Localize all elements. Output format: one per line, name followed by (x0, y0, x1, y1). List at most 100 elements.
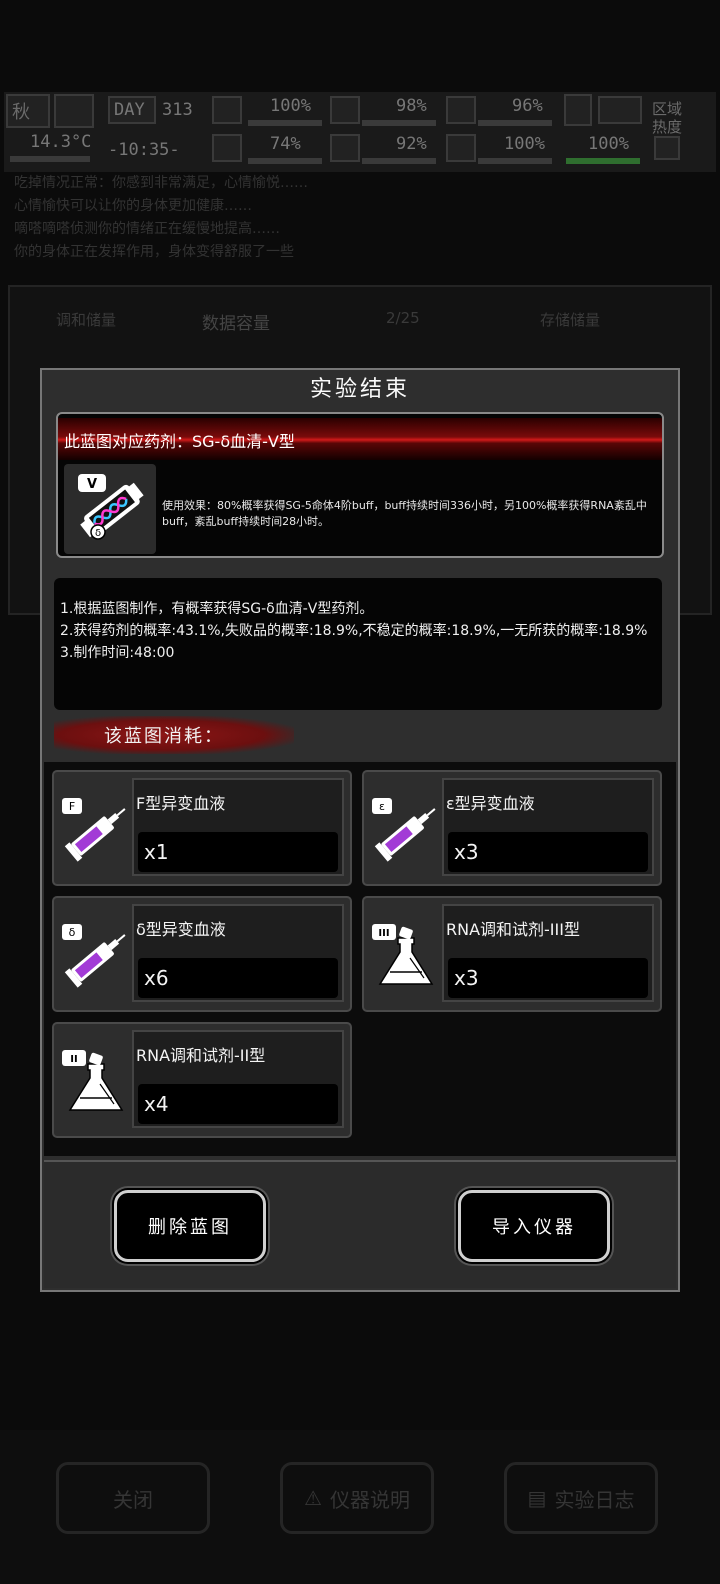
dialog-button-row: 删除蓝图 导入仪器 (44, 1160, 676, 1288)
health-bar (248, 120, 322, 126)
stomach-icon (446, 96, 476, 124)
panel-right-header: 存储储量 (540, 311, 601, 329)
log-line: 心情愉快可以让你的身体更加健康…… (14, 198, 252, 214)
info-line-1: 1.根据蓝图制作，有概率获得SG-δ血清-V型药剂。 (60, 601, 374, 617)
panel-title: 数据容量 (202, 314, 270, 334)
speaker-icon (654, 136, 680, 160)
material-name: δ型异变血液 (136, 920, 226, 939)
muscle-icon (330, 96, 360, 124)
material-name: F型异变血液 (136, 794, 226, 813)
stomach-percent: 96% (512, 96, 543, 116)
area-heat-label: 区域热度 (652, 100, 683, 136)
info-line-3: 3.制作时间:48:00 (60, 645, 175, 661)
close-button[interactable]: 关闭 (56, 1462, 210, 1534)
blueprint-banner: 此蓝图对应药剂：SG-δ血清-V型 (58, 418, 662, 460)
material-qty-box: x4 (138, 1084, 338, 1124)
blueprint-card: 此蓝图对应药剂：SG-δ血清-V型 V δ 使用效果：80%概率获得SG-5命体… (56, 412, 664, 558)
heart-bar (478, 158, 552, 164)
log-line: 嘀嗒嘀嗒侦测你的情绪正在缓慢地提高…… (14, 221, 280, 237)
material-card[interactable]: ε ε型异变血液 x3 (362, 770, 662, 886)
flask-iii-icon: III (370, 918, 440, 992)
material-info: F型异变血液 x1 (132, 778, 344, 876)
stamina-percent: 98% (396, 96, 427, 116)
material-info: RNA调和试剂-III型 x3 (442, 904, 654, 1002)
syringe-delta-icon: δ (60, 918, 130, 992)
consumption-label: 该蓝图消耗： (104, 726, 224, 747)
heart-percent: 100% (504, 134, 545, 154)
material-name: ε型异变血液 (446, 794, 535, 813)
log-line: 你的身体正在发挥作用，身体变得舒服了一些 (14, 244, 294, 260)
message-log: 吃掉情况正常：你感到非常满足，心情愉悦…… 心情愉快可以让你的身体更加健康…… … (14, 172, 714, 272)
material-qty-box: x3 (448, 958, 648, 998)
material-info: RNA调和试剂-II型 x4 (132, 1030, 344, 1128)
boot-icon (564, 94, 592, 126)
material-qty-box: x6 (138, 958, 338, 998)
material-qty: x3 (454, 840, 479, 864)
mood-percent: 74% (270, 134, 301, 154)
material-info: ε型异变血液 x3 (442, 778, 654, 876)
temperature-readout: 14.3°C (30, 132, 92, 152)
import-instrument-button[interactable]: 导入仪器 (458, 1190, 610, 1262)
blueprint-description: 使用效果：80%概率获得SG-5命体4阶buff，buff持续时间336小时，另… (162, 499, 647, 528)
panel-left-header: 调和储量 (56, 311, 117, 329)
info-line-2: 2.获得药剂的概率:43.1%,失败品的概率:18.9%,不稳定的概率:18.9… (60, 623, 648, 639)
material-card[interactable]: III RNA调和试剂-III型 x3 (362, 896, 662, 1012)
material-name: RNA调和试剂-III型 (446, 920, 580, 939)
syringe-badge: F (69, 800, 75, 813)
status-hud: 秋 DAY 313 14.3°C -10:35- 100% 98% 96% 区域… (4, 92, 716, 172)
material-name: RNA调和试剂-II型 (136, 1046, 266, 1065)
svg-text:V: V (87, 477, 97, 492)
material-card[interactable]: II RNA调和试剂-II型 x4 (52, 1022, 352, 1138)
material-card[interactable]: δ δ型异变血液 x6 (52, 896, 352, 1012)
heart-icon (446, 134, 476, 162)
energy-percent: 100% (588, 134, 629, 154)
experiment-log-button[interactable]: ▤ 实验日志 (504, 1462, 658, 1534)
flask-badge: III (378, 928, 389, 939)
temperature-bar (10, 156, 90, 162)
material-qty: x3 (454, 966, 479, 990)
water-bar (362, 158, 436, 164)
craft-info-box: 1.根据蓝图制作，有概率获得SG-δ血清-V型药剂。 2.获得药剂的概率:43.… (54, 578, 662, 710)
syringe-badge: δ (69, 926, 76, 939)
log-line: 吃掉情况正常：你感到非常满足，心情愉悦…… (14, 175, 308, 191)
material-qty-box: x3 (448, 832, 648, 872)
menu-lines-icon (598, 96, 642, 124)
panel-count: 2/25 (386, 309, 420, 327)
material-qty: x4 (144, 1092, 169, 1116)
clock-readout: -10:35- (108, 140, 180, 160)
instrument-info-label: 仪器说明 (329, 1487, 410, 1512)
close-button-label: 关闭 (113, 1487, 153, 1512)
mood-bar (248, 158, 322, 164)
material-card[interactable]: F F型异变血液 x1 (52, 770, 352, 886)
consumption-header: 该蓝图消耗： (54, 714, 294, 756)
document-icon: ▤ (527, 1486, 547, 1510)
material-info: δ型异变血液 x6 (132, 904, 344, 1002)
svg-text:δ: δ (95, 528, 101, 539)
dialog-title: 实验结束 (309, 377, 410, 402)
flask-ii-icon: II (60, 1044, 130, 1118)
instrument-info-button[interactable]: ⚠ 仪器说明 (280, 1462, 434, 1534)
experiment-end-dialog: 实验结束 此蓝图对应药剂：SG-δ血清-V型 V δ 使用效果：80%概率获得S… (40, 368, 680, 1292)
material-qty-box: x1 (138, 832, 338, 872)
material-qty: x6 (144, 966, 169, 990)
brain-icon (212, 134, 242, 162)
weather-sun-icon (54, 94, 94, 128)
syringe-badge: ε (379, 800, 385, 813)
day-number: 313 (162, 100, 193, 120)
water-percent: 92% (396, 134, 427, 154)
stomach-bar (478, 120, 552, 126)
water-drop-icon (330, 134, 360, 162)
material-qty: x1 (144, 840, 169, 864)
materials-grid: F F型异变血液 x1 ε ε型异变血液 x3 δ δ型异变血液 x6 III … (44, 762, 676, 1156)
serum-vial-icon: V δ (64, 464, 156, 554)
blueprint-banner-text: 此蓝图对应药剂：SG-δ血清-V型 (64, 432, 295, 451)
health-percent: 100% (270, 96, 311, 116)
season-label: 秋 (12, 102, 30, 123)
syringe-epsilon-icon: ε (370, 792, 440, 866)
delete-blueprint-button[interactable]: 删除蓝图 (114, 1190, 266, 1262)
stamina-bar (362, 120, 436, 126)
experiment-log-label: 实验日志 (554, 1487, 635, 1512)
warning-icon: ⚠ (304, 1486, 322, 1510)
medkit-icon (212, 96, 242, 124)
day-label: DAY (114, 100, 145, 120)
